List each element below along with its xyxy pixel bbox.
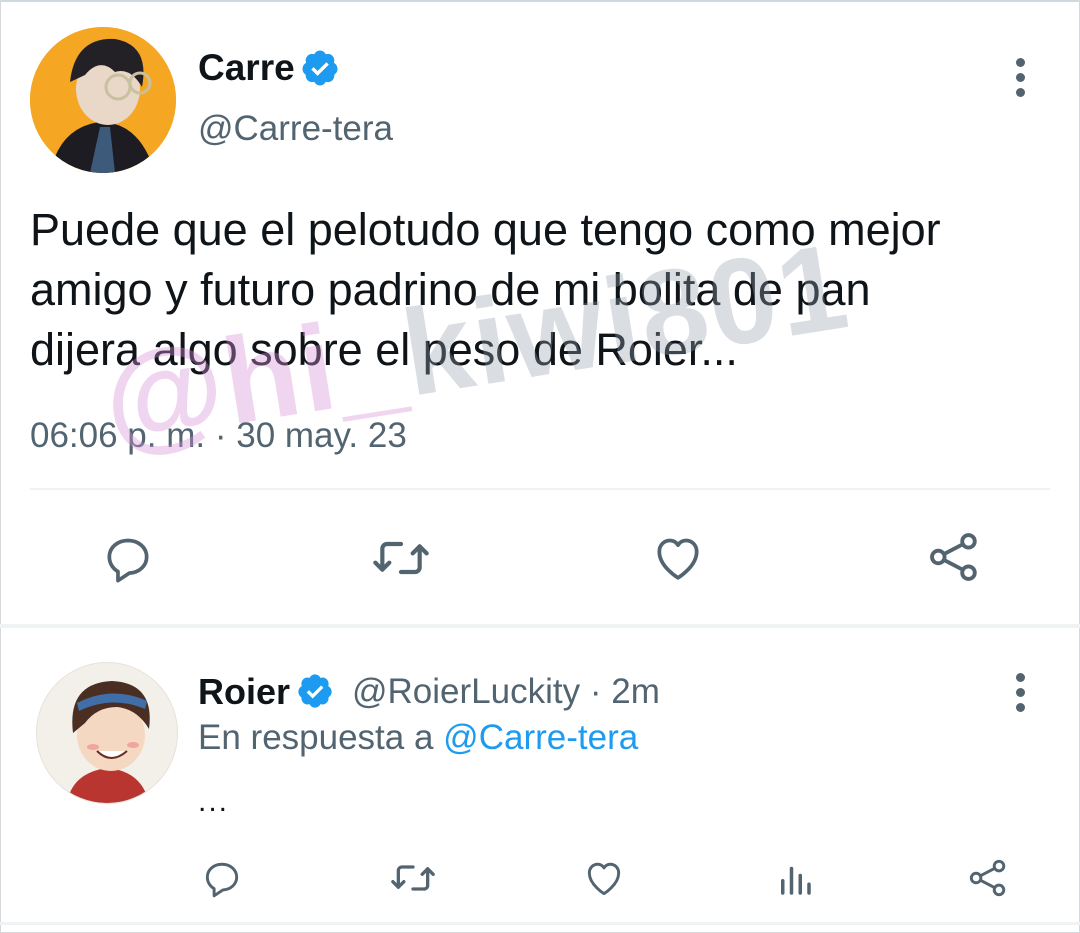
section-divider <box>0 624 1080 628</box>
share-icon[interactable] <box>966 856 1010 900</box>
verified-badge-icon <box>296 672 334 710</box>
reply-author-handle[interactable]: @RoierLuckity <box>352 672 580 711</box>
divider <box>30 488 1050 490</box>
reply-prefix: En respuesta a <box>198 718 434 757</box>
author-handle[interactable]: @Carre-tera <box>198 108 393 150</box>
retweet-icon[interactable] <box>370 530 432 586</box>
like-icon[interactable] <box>650 530 706 586</box>
reply-text: ... <box>198 785 230 818</box>
reply-author-name[interactable]: Roier <box>198 671 290 712</box>
verified-badge-icon <box>300 48 340 88</box>
timestamp-separator: · <box>214 416 227 455</box>
reply-author-avatar[interactable] <box>36 662 178 804</box>
like-icon[interactable] <box>582 856 626 900</box>
reply-icon[interactable] <box>100 530 156 586</box>
bottom-divider <box>0 922 1080 925</box>
tweet-timestamp: 06:06 p. m. · 30 may. 23 <box>30 415 407 457</box>
reply-header: Roier <box>198 670 290 714</box>
share-icon[interactable] <box>925 528 983 586</box>
author-avatar[interactable] <box>30 27 176 173</box>
retweet-icon[interactable] <box>388 856 438 900</box>
reply-meta: @RoierLuckity · 2m <box>352 670 660 714</box>
meta-separator: · <box>589 672 602 711</box>
tweet-text-line: amigo y futuro padrino de mi bolita de p… <box>30 264 871 315</box>
tweet-time: 06:06 p. m. <box>30 416 206 455</box>
tweet-date: 30 may. 23 <box>236 416 407 455</box>
reply-to-link[interactable]: @Carre-tera <box>443 718 638 757</box>
tweet-text: Puede que el pelotudo que tengo como mej… <box>30 200 941 380</box>
tweet-text-line: Puede que el pelotudo que tengo como mej… <box>30 204 941 255</box>
more-options-icon[interactable] <box>1013 673 1027 713</box>
author-name[interactable]: Carre <box>198 46 295 90</box>
analytics-icon[interactable] <box>774 858 816 900</box>
reply-time[interactable]: 2m <box>611 672 660 711</box>
tweet-text-line: dijera algo sobre el peso de Roier... <box>30 324 738 375</box>
reply-context: En respuesta a @Carre-tera <box>198 716 638 760</box>
more-options-icon[interactable] <box>1013 58 1027 98</box>
reply-icon[interactable] <box>200 856 244 900</box>
